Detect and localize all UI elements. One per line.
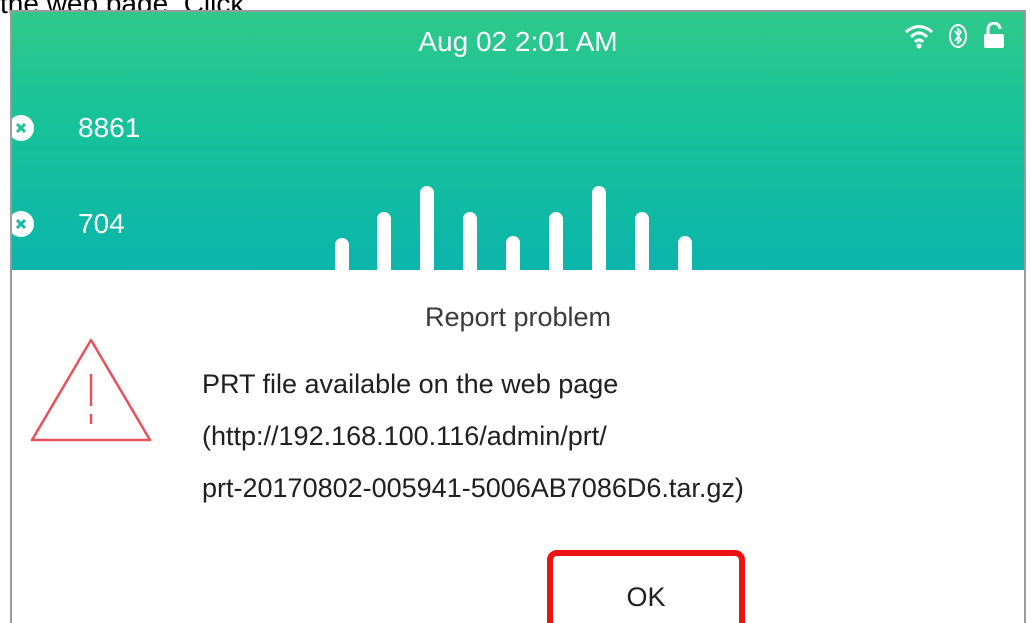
audio-bars-graphic	[335, 186, 692, 270]
status-header: Aug 02 2:01 AM 8861 704	[12, 12, 1024, 270]
datetime: Aug 02 2:01 AM	[418, 26, 618, 57]
line-item[interactable]: 704	[12, 208, 125, 240]
message-url-line: (http://192.168.100.116/admin/prt/	[202, 421, 607, 451]
ok-button-label: OK	[626, 582, 666, 612]
line-item[interactable]: 8861	[12, 112, 140, 144]
message-file-line: prt-20170802-005941-5006AB7086D6.tar.gz)	[202, 473, 744, 503]
status-icons	[904, 22, 1006, 50]
line-x-icon	[12, 115, 34, 141]
report-problem-dialog: Report problem PRT file available on the…	[12, 270, 1024, 623]
line-number: 8861	[78, 112, 141, 143]
dialog-title: Report problem	[424, 302, 612, 332]
wifi-icon	[904, 23, 934, 49]
line-number: 704	[78, 208, 125, 239]
unlock-icon	[982, 22, 1006, 50]
dialog-message: PRT file available on the web page (http…	[202, 358, 744, 514]
line-x-icon	[12, 211, 34, 237]
ok-button[interactable]: OK	[547, 550, 745, 623]
message-line: PRT file available on the web page	[202, 369, 619, 399]
phone-screen: Aug 02 2:01 AM 8861 704 Report problem P…	[10, 10, 1026, 623]
bluetooth-icon	[948, 23, 968, 49]
warning-icon	[26, 330, 156, 453]
